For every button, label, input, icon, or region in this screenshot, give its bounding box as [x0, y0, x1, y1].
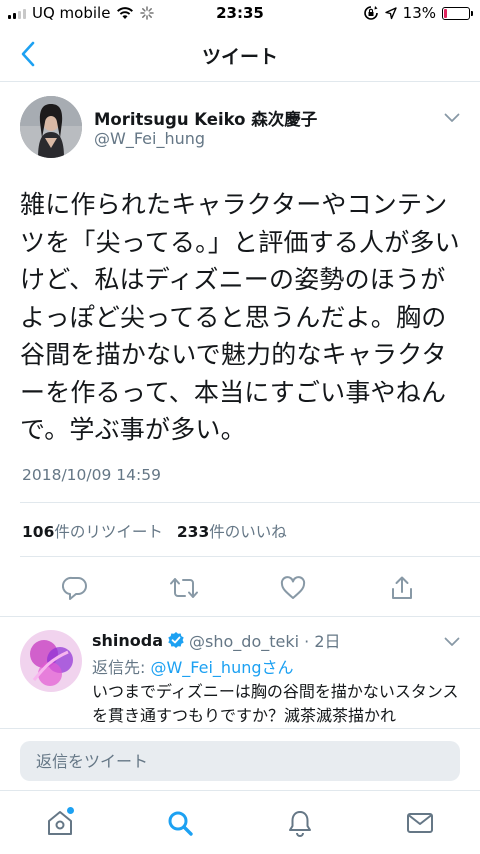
- retweet-label: 件のリツイート: [54, 523, 163, 541]
- tweet-stats: 106件のリツイート 233件のいいね: [22, 520, 287, 542]
- location-icon: [384, 6, 397, 19]
- reply-menu-button[interactable]: [444, 632, 460, 651]
- reply-icon: [62, 576, 87, 600]
- retweet-count: 106: [22, 523, 55, 541]
- like-label: 件のいいね: [209, 523, 287, 541]
- reply-header: shinoda @sho_do_teki · 2日: [92, 628, 341, 652]
- battery-percent: 13%: [402, 4, 436, 22]
- status-bar: UQ mobile 23:35 13%: [0, 0, 480, 28]
- chevron-down-icon: [444, 113, 460, 122]
- retweet-button[interactable]: [164, 568, 204, 608]
- page-title: ツイート: [201, 46, 278, 68]
- reply-button[interactable]: [55, 568, 95, 608]
- reply-text: いつまでディズニーは胸の谷間を描かないスタンスを貫き通すつもりですか？滅茶滅茶描…: [92, 682, 459, 725]
- section-divider: [0, 616, 480, 617]
- reply-tweet[interactable]: shinoda @sho_do_teki · 2日 返信先: @W_Fei_hu…: [0, 618, 480, 728]
- share-button[interactable]: [382, 568, 422, 608]
- tweet-actions: [0, 568, 480, 608]
- nav-bar: ツイート: [0, 28, 480, 82]
- author-handle[interactable]: @W_Fei_hung: [94, 129, 205, 148]
- reply-avatar-image: [20, 630, 82, 692]
- reply-to-link[interactable]: @W_Fei_hungさん: [150, 658, 293, 677]
- tab-notifications[interactable]: [278, 801, 322, 845]
- avatar[interactable]: [20, 96, 82, 158]
- share-icon: [392, 576, 412, 599]
- retweet-stat[interactable]: 106件のリツイート: [22, 520, 163, 542]
- tab-home[interactable]: [38, 801, 82, 845]
- reply-to-line: 返信先: @W_Fei_hungさん: [92, 654, 294, 678]
- mail-icon: [407, 813, 433, 833]
- divider: [20, 556, 480, 557]
- tweet-timestamp: 2018/10/09 14:59: [22, 466, 161, 484]
- battery-icon: [442, 6, 473, 20]
- bell-icon: [289, 811, 311, 837]
- search-icon: [168, 811, 193, 836]
- reply-input[interactable]: [20, 741, 460, 781]
- tab-search[interactable]: [158, 801, 202, 845]
- chevron-down-icon: [444, 637, 460, 646]
- bottom-tab-bar: [0, 790, 480, 854]
- heart-icon: [280, 576, 306, 599]
- reply-handle-time: @sho_do_teki · 2日: [189, 632, 341, 651]
- tab-messages[interactable]: [398, 801, 442, 845]
- unread-dot: [67, 807, 74, 814]
- divider: [20, 502, 480, 503]
- tweet-menu-button[interactable]: [444, 108, 460, 127]
- battery-level: [444, 8, 447, 18]
- like-button[interactable]: [273, 568, 313, 608]
- tweet-text: 雑に作られたキャラクターやコンテンツを「尖ってる。」と評価する人が多いけど、私は…: [20, 190, 460, 444]
- like-count: 233: [176, 523, 210, 541]
- rotation-lock-icon: [363, 6, 378, 20]
- author-name[interactable]: Moritsugu Keiko 森次慶子: [94, 106, 317, 130]
- compose-bar: [0, 728, 480, 790]
- reply-avatar[interactable]: [20, 630, 82, 692]
- tweet-header: Moritsugu Keiko 森次慶子 @W_Fei_hung: [20, 96, 460, 160]
- status-right: 13%: [363, 4, 473, 22]
- retweet-icon: [170, 578, 198, 598]
- reply-to-prefix: 返信先:: [92, 658, 151, 677]
- avatar-image: [20, 96, 82, 158]
- like-stat[interactable]: 233件のいいね: [177, 520, 287, 542]
- reply-author-name[interactable]: shinoda: [92, 631, 163, 650]
- verified-icon: [168, 632, 184, 648]
